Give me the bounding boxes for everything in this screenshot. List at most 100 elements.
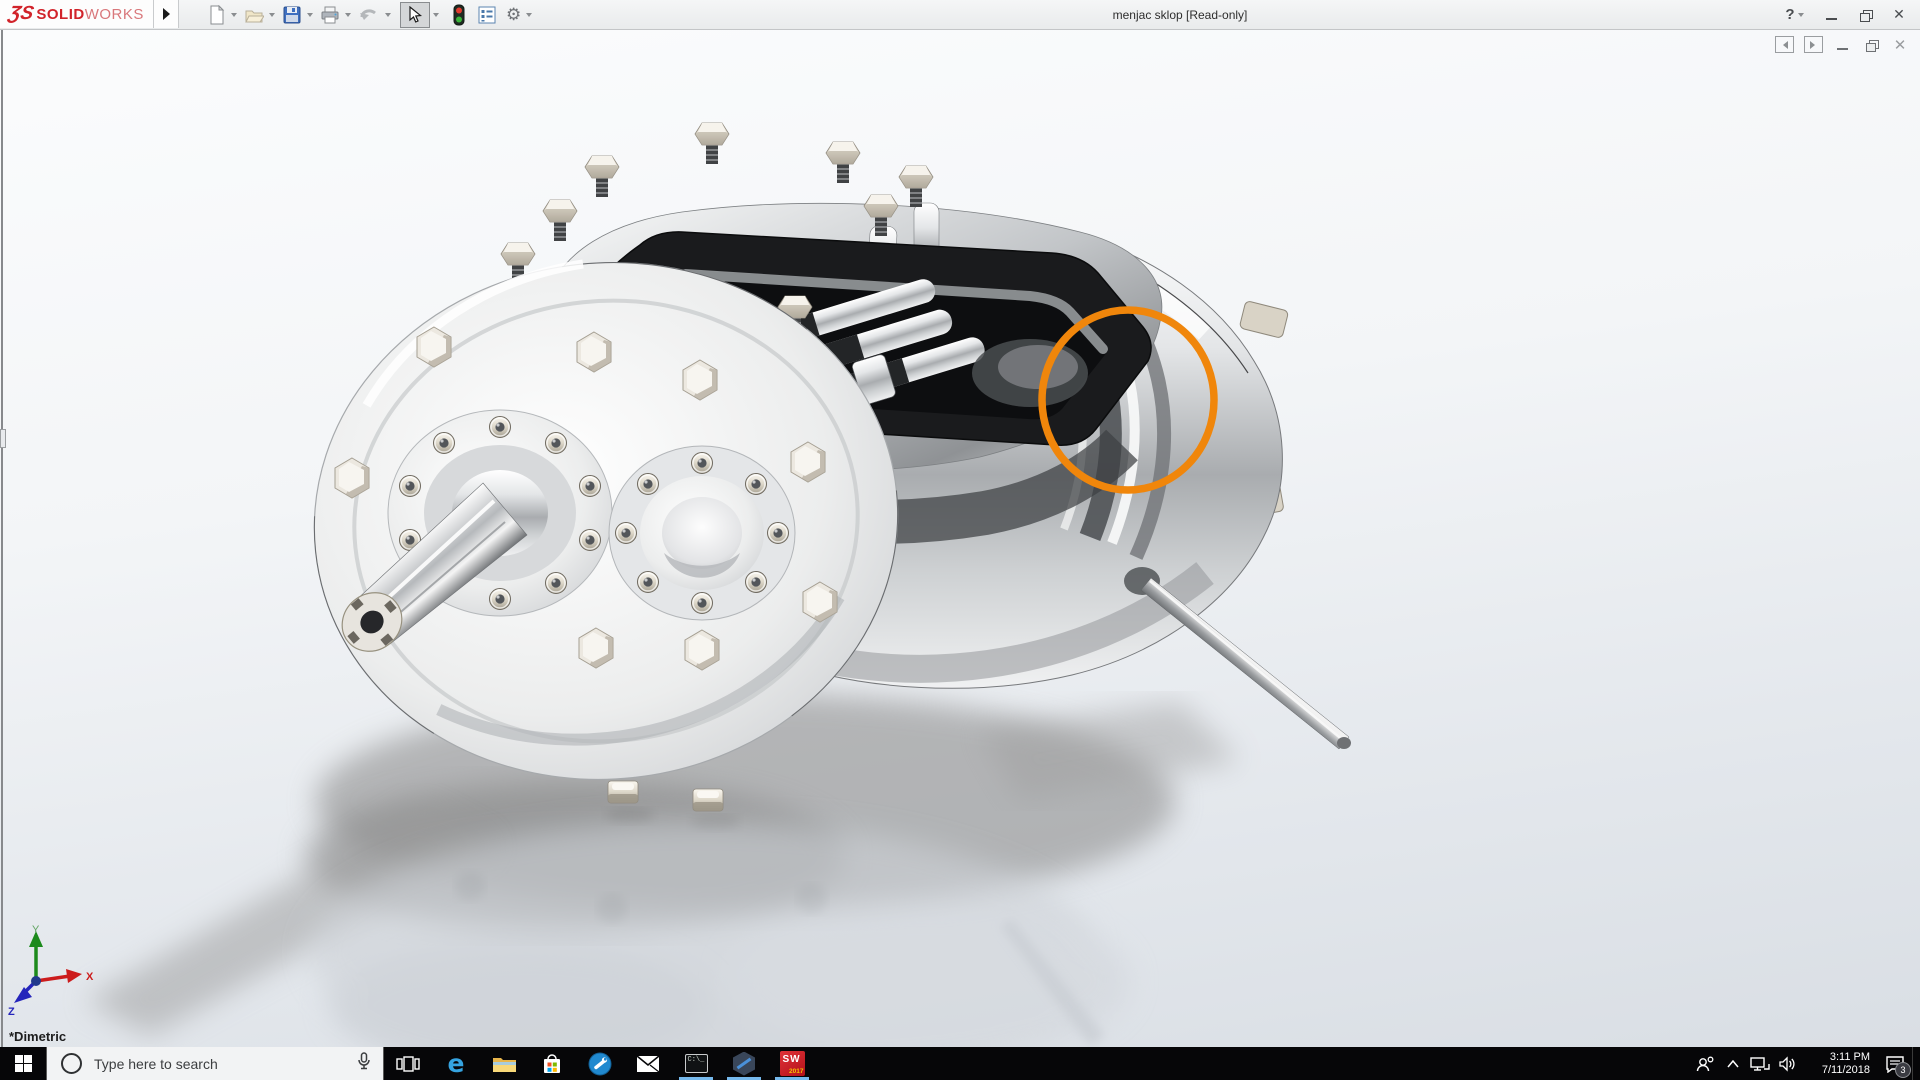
new-document-icon	[210, 4, 225, 24]
save-floppy-icon	[283, 6, 301, 23]
options-dropdown-caret[interactable]	[526, 13, 533, 20]
taskbar-app-task-view[interactable]	[384, 1047, 432, 1080]
file-explorer-icon	[492, 1057, 516, 1072]
command-prompt-icon: C:\_	[684, 1054, 708, 1073]
properties-list-icon	[478, 6, 496, 23]
properties-button[interactable]	[475, 3, 499, 27]
collapse-right-pane-button[interactable]	[1803, 36, 1823, 53]
document-title: menjac sklop [Read-only]	[1112, 8, 1248, 22]
undo-dropdown-caret[interactable]	[385, 13, 391, 20]
start-button[interactable]	[0, 1047, 46, 1080]
solidworks-2017-icon: SW 2017	[779, 1051, 805, 1076]
task-view-icon	[396, 1055, 420, 1072]
taskbar-app-tool[interactable]	[576, 1047, 624, 1080]
minimize-button[interactable]	[1818, 4, 1844, 26]
people-button[interactable]	[1690, 1047, 1720, 1080]
action-center-button[interactable]: 3	[1878, 1047, 1912, 1080]
axis-y-label: Y	[32, 924, 40, 936]
gearbox-3d-model	[85, 122, 1351, 1048]
show-desktop-button[interactable]	[1912, 1047, 1920, 1080]
tray-time: 3:11 PM	[1829, 1050, 1870, 1063]
rebuild-button[interactable]	[450, 3, 468, 27]
solidworks-logo: ƷS SOLID WORKS	[0, 0, 154, 28]
gear-icon: ⚙	[506, 5, 522, 24]
wrench-tool-icon	[588, 1052, 612, 1075]
traffic-light-icon	[453, 4, 465, 25]
chevron-up-icon	[1727, 1059, 1739, 1067]
open-folder-icon	[245, 10, 264, 22]
taskbar-app-file-explorer[interactable]	[480, 1047, 528, 1080]
3ds-logo-glyph: ƷS	[6, 3, 36, 24]
open-button[interactable]	[242, 3, 266, 27]
taskbar-app-edge[interactable]: e	[432, 1047, 480, 1080]
cortana-icon	[61, 1053, 82, 1074]
doc-minimize-icon	[1836, 47, 1848, 50]
new-document-button[interactable]	[206, 3, 228, 27]
doc-minimize-button[interactable]	[1832, 36, 1852, 53]
doc-restore-button[interactable]	[1861, 36, 1881, 53]
output-bore	[608, 445, 796, 621]
hidden-icons-button[interactable]	[1720, 1047, 1746, 1080]
save-dropdown-caret[interactable]	[307, 13, 313, 20]
system-tray: 3:11 PM 7/11/2018 3	[1690, 1047, 1920, 1080]
speaker-icon	[1779, 1055, 1795, 1072]
network-icon	[1750, 1056, 1770, 1071]
microphone-icon[interactable]	[357, 1051, 371, 1076]
taskbar-app-command-prompt[interactable]: C:\_	[672, 1047, 720, 1080]
restore-button[interactable]	[1852, 4, 1878, 26]
help-dropdown-caret	[1797, 13, 1804, 20]
save-button[interactable]	[280, 3, 304, 27]
taskbar-search-input[interactable]: Type here to search	[46, 1047, 384, 1080]
taskbar-app-solidworks[interactable]: SW 2017	[768, 1047, 816, 1080]
collapse-left-pane-button[interactable]	[1774, 36, 1794, 53]
store-icon	[544, 1053, 560, 1073]
document-window-controls: ✕	[1774, 36, 1910, 54]
flyout-arrow-icon	[162, 8, 170, 20]
network-button[interactable]	[1746, 1047, 1774, 1080]
close-icon: ✕	[1893, 6, 1905, 22]
select-button[interactable]	[400, 1, 430, 28]
select-cursor-icon	[409, 5, 423, 23]
print-icon	[321, 6, 339, 23]
standard-toolbar: ⚙	[206, 0, 537, 29]
pane-right-icon	[1803, 36, 1823, 53]
restore-icon	[1859, 9, 1873, 22]
window-controls: ? ✕	[1784, 0, 1912, 29]
titlebar: ƷS SOLID WORKS ⚙ menjac sklop [Read-only…	[0, 0, 1920, 30]
axis-x-label: X	[86, 971, 94, 983]
volume-button[interactable]	[1774, 1047, 1802, 1080]
taskbar-app-hexagon[interactable]	[720, 1047, 768, 1080]
undo-arrow-icon	[360, 8, 376, 20]
open-dropdown-caret[interactable]	[269, 13, 275, 20]
view-orientation-label: *Dimetric	[9, 1029, 67, 1044]
taskbar-app-mail[interactable]	[624, 1047, 672, 1080]
doc-restore-icon	[1865, 39, 1879, 52]
options-button[interactable]: ⚙	[504, 3, 523, 27]
people-icon	[1696, 1056, 1714, 1071]
help-button[interactable]: ?	[1784, 4, 1810, 26]
select-dropdown-caret[interactable]	[433, 13, 439, 20]
minimize-icon	[1825, 17, 1837, 20]
close-button[interactable]: ✕	[1886, 4, 1912, 26]
orientation-triad: Y X Z	[8, 924, 94, 1018]
taskbar: Type here to search e C:\_ SW 2017	[0, 1047, 1920, 1080]
tray-date: 7/11/2018	[1821, 1063, 1870, 1076]
hexagon-app-icon	[733, 1051, 755, 1076]
pane-left-icon	[1774, 36, 1794, 53]
mail-icon	[636, 1054, 660, 1072]
windows-logo-icon	[14, 1055, 32, 1072]
print-button[interactable]	[318, 3, 342, 27]
graphics-viewport[interactable]: ✕ Y X Z *Dimetric	[0, 29, 1920, 1048]
search-placeholder-text: Type here to search	[94, 1055, 218, 1072]
print-dropdown-caret[interactable]	[345, 13, 351, 20]
taskbar-app-store[interactable]	[528, 1047, 576, 1080]
undo-button[interactable]	[356, 3, 382, 27]
menu-flyout-button[interactable]	[154, 0, 179, 28]
clock[interactable]: 3:11 PM 7/11/2018	[1808, 1051, 1870, 1077]
doc-close-button[interactable]: ✕	[1890, 36, 1910, 54]
new-dropdown-caret[interactable]	[231, 13, 237, 20]
axis-z-label: Z	[8, 1006, 15, 1018]
doc-close-icon: ✕	[1893, 36, 1907, 54]
taskbar-apps: e C:\_ SW 2017	[384, 1047, 816, 1080]
edge-icon: e	[447, 1049, 465, 1078]
